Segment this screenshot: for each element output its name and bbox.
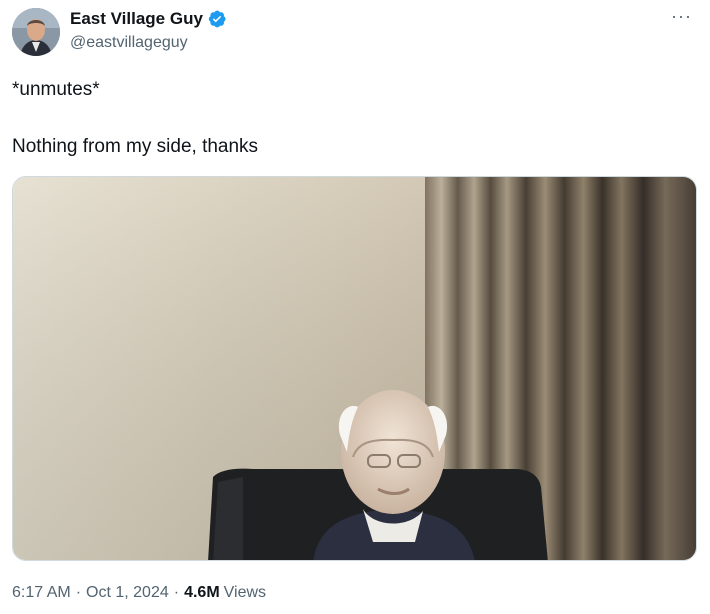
tweet-card: East Village Guy @eastvillageguy ··· *un… [0,0,710,614]
author-handle[interactable]: @eastvillageguy [70,34,188,52]
tweet-text-line-1: *unmutes* [12,79,100,100]
tweet-meta: 6:17 AM · Oct 1, 2024 · 4.6M Views [12,584,266,602]
meta-separator: · [75,584,82,601]
tweet-time[interactable]: 6:17 AM [12,584,71,602]
views-label: Views [223,584,267,601]
tweet-media-image[interactable] [12,176,697,561]
views-count: 4.6M [184,584,220,601]
more-options-icon[interactable]: ··· [671,6,692,27]
tweet-date[interactable]: Oct 1, 2024 [86,584,169,602]
verified-badge-icon [207,9,227,29]
author-name-row: East Village Guy [70,9,227,29]
meta-separator: · [173,584,180,601]
avatar-image [12,8,60,56]
video-still-image [13,177,696,560]
tweet-text-line-2: Nothing from my side, thanks [12,136,259,157]
author-name[interactable]: East Village Guy [70,9,203,29]
avatar[interactable] [12,8,60,56]
